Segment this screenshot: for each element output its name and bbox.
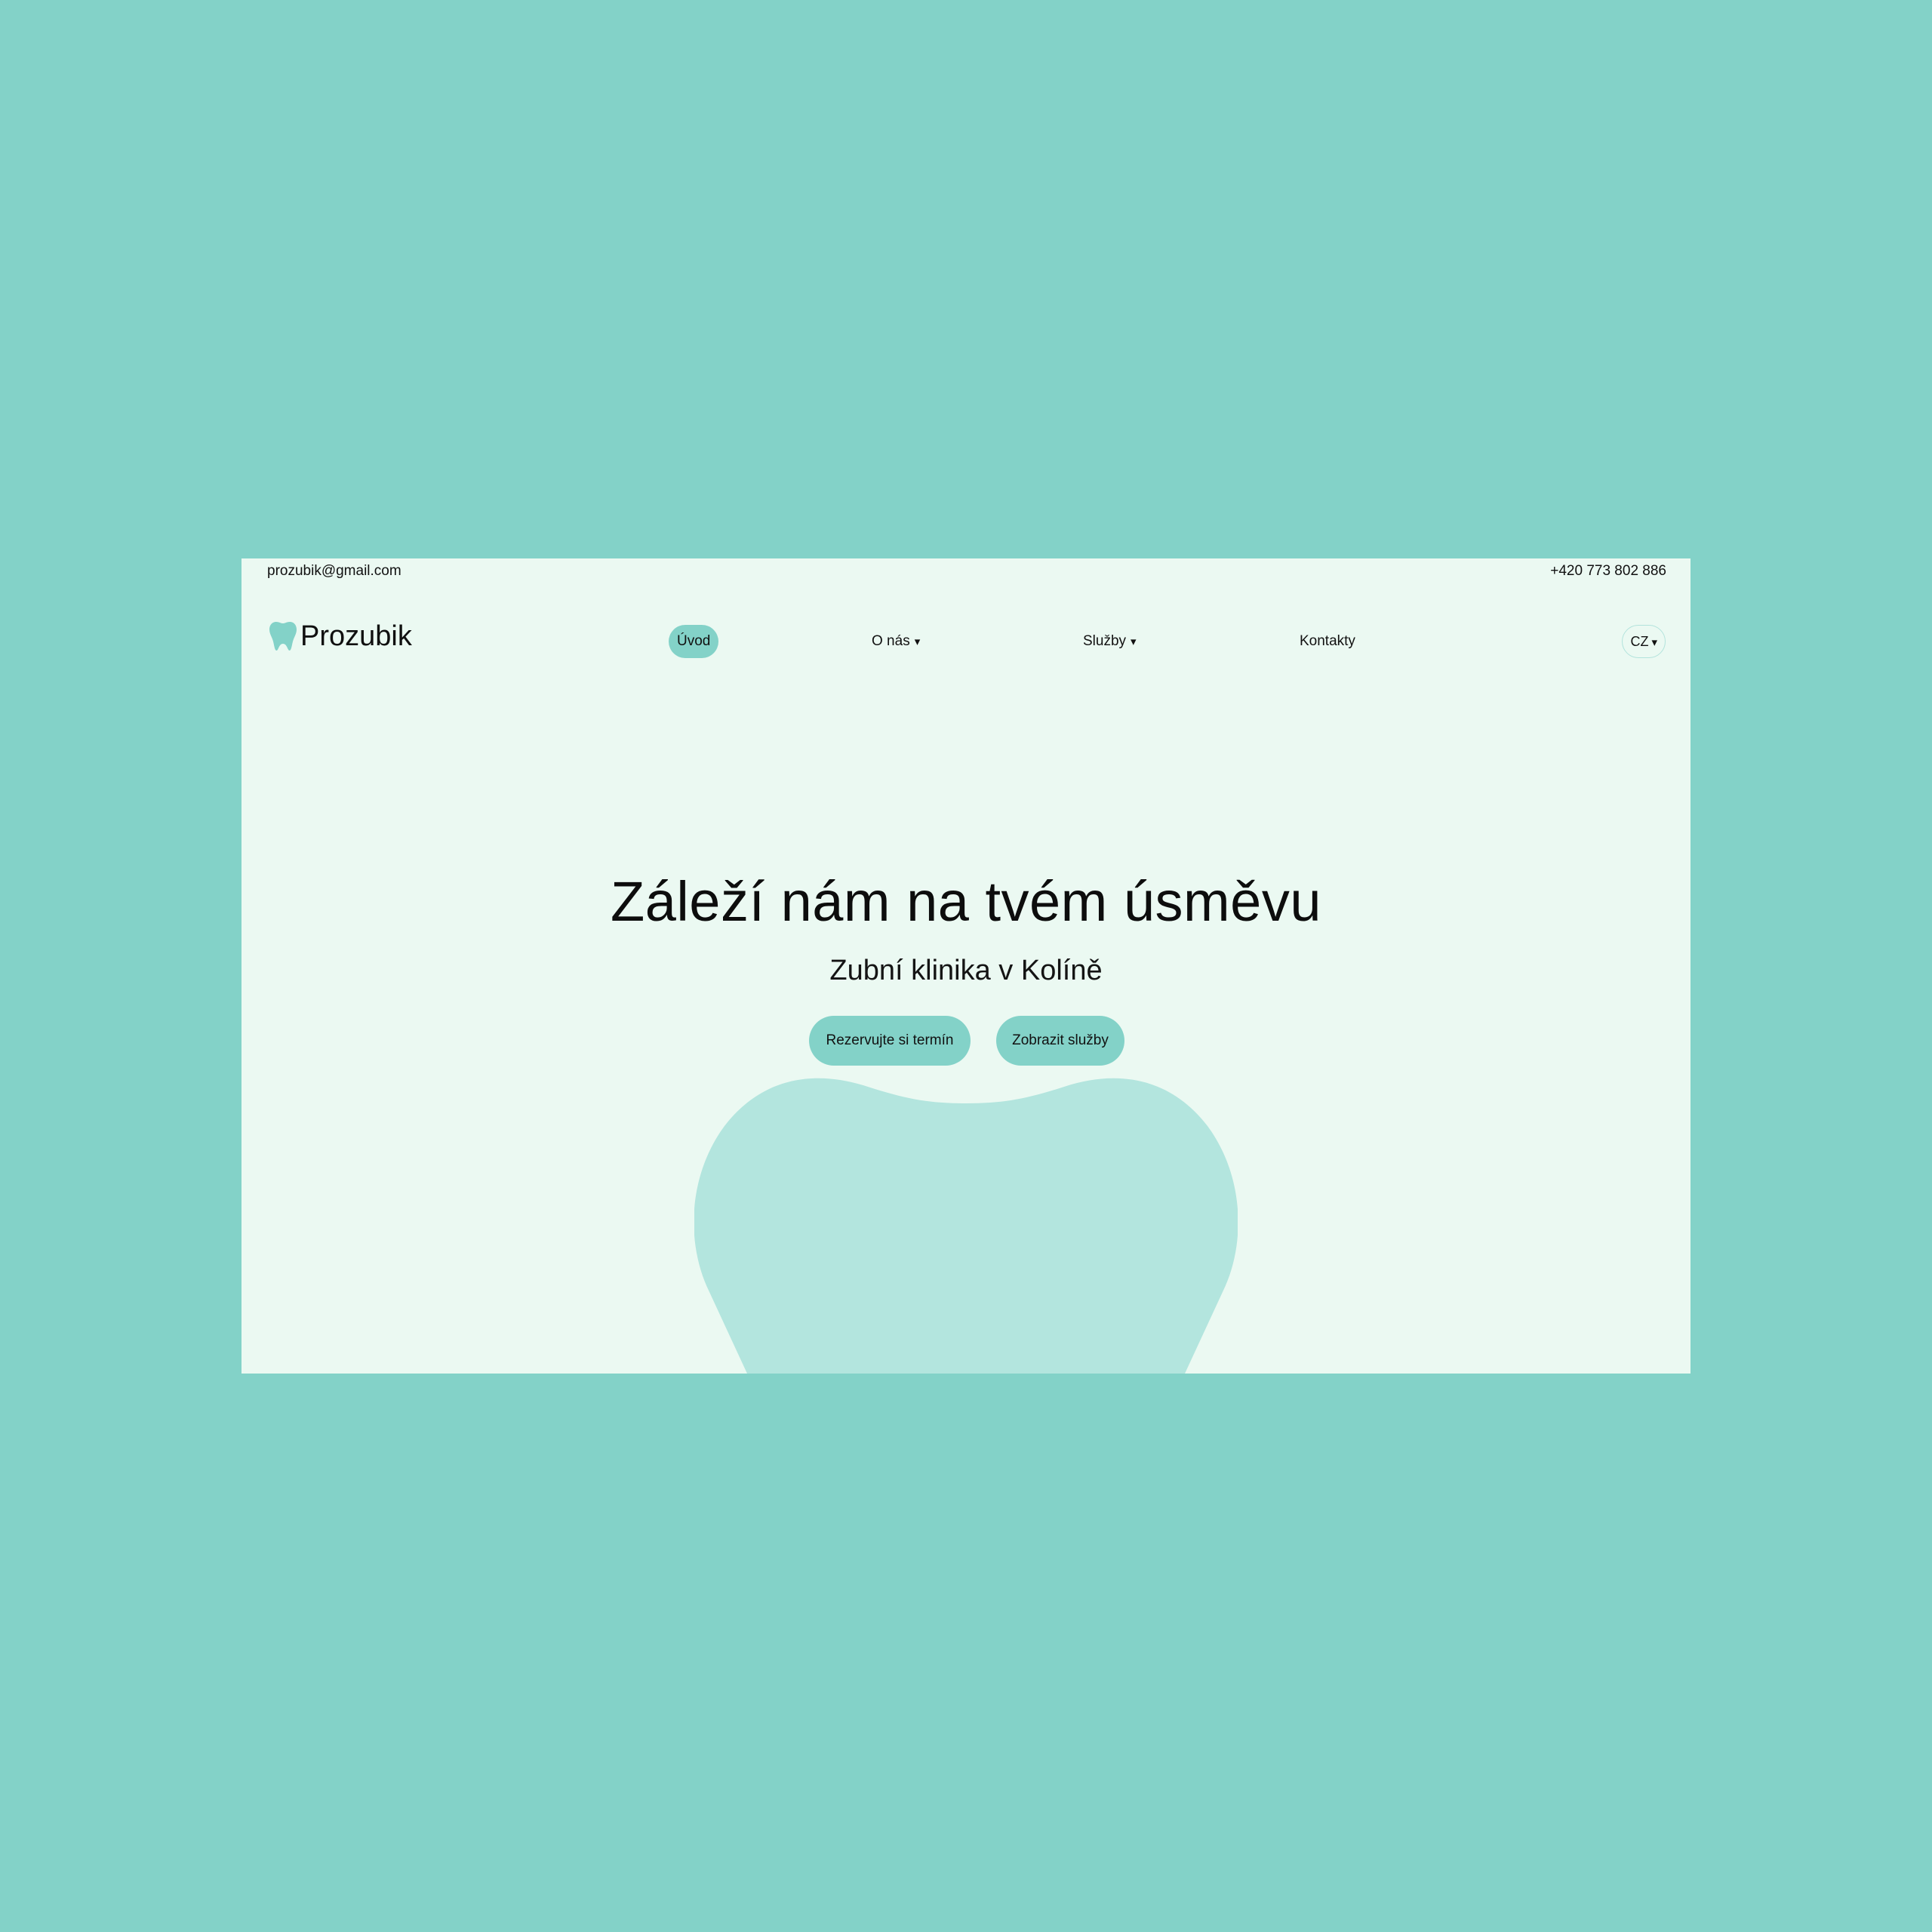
nav-item-label: O nás (872, 633, 910, 649)
nav-item-label: Služby (1083, 633, 1127, 649)
show-services-button[interactable]: Zobrazit služby (996, 1016, 1124, 1066)
nav-item-sluzby[interactable]: Služby ▾ (1083, 625, 1137, 658)
caret-down-icon: ▾ (1131, 635, 1137, 648)
language-label: CZ (1630, 634, 1649, 649)
nav-item-o-nas[interactable]: O nás ▾ (872, 625, 920, 658)
hero-title: Záleží nám na tvém úsměvu (611, 870, 1321, 933)
hero-subtitle: Zubní klinika v Kolíně (829, 955, 1103, 986)
language-select[interactable]: CZ ▾ (1622, 625, 1666, 658)
website-screen: prozubik@gmail.com +420 773 802 886 Proz… (242, 558, 1690, 1374)
nav-item-uvod[interactable]: Úvod (669, 625, 719, 658)
tooth-illustration (694, 1078, 1238, 1374)
brand-logo[interactable]: Prozubik (269, 610, 412, 663)
main-navigation: Prozubik Úvod O nás ▾ Služby ▾ Kontakty CZ… (242, 610, 1690, 663)
caret-down-icon: ▾ (914, 635, 921, 648)
caret-down-icon: ▾ (1651, 636, 1657, 649)
contact-bar: prozubik@gmail.com +420 773 802 886 (242, 558, 1690, 584)
phone-link[interactable]: +420 773 802 886 (1550, 563, 1666, 580)
tooth-icon (269, 622, 297, 651)
nav-item-kontakty[interactable]: Kontakty (1300, 625, 1355, 658)
brand-name: Prozubik (300, 620, 412, 652)
nav-item-label: Úvod (677, 633, 711, 649)
book-appointment-button[interactable]: Rezervujte si termín (809, 1016, 971, 1066)
nav-item-label: Kontakty (1300, 633, 1355, 649)
email-link[interactable]: prozubik@gmail.com (267, 563, 401, 580)
